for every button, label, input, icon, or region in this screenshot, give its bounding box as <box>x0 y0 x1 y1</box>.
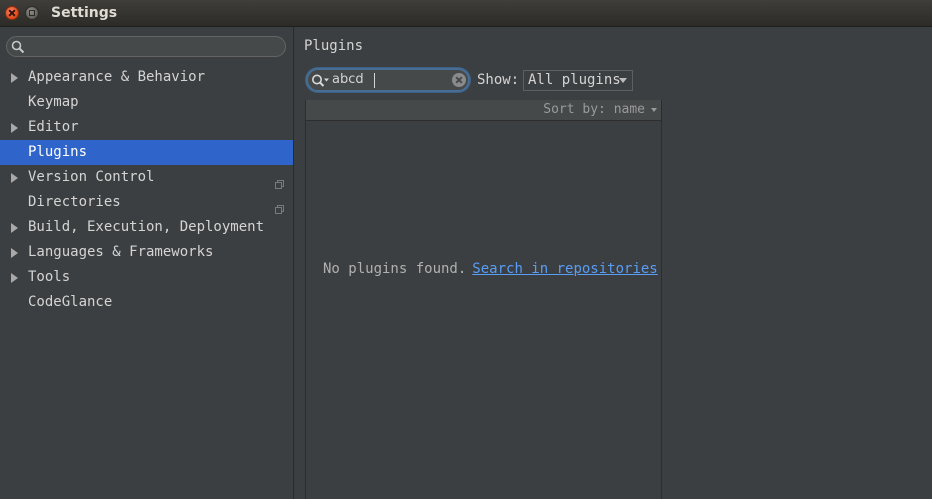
show-label: Show: <box>477 72 520 88</box>
sidebar-item-editor[interactable]: Editor <box>0 115 293 140</box>
chevron-down-icon <box>619 78 627 83</box>
expand-arrow-icon[interactable] <box>11 173 18 183</box>
close-icon[interactable] <box>5 6 19 20</box>
expand-arrow-icon[interactable] <box>11 248 18 258</box>
sidebar-item-appearance-behavior[interactable]: Appearance & Behavior <box>0 65 293 90</box>
sidebar-item-version-control[interactable]: Version Control <box>0 165 293 190</box>
sidebar-item-label: Appearance & Behavior <box>28 69 206 85</box>
show-filter-value: All plugins <box>528 72 621 88</box>
plugin-list-header: Sort by: name <box>306 100 661 121</box>
search-icon <box>11 39 25 58</box>
project-level-icon <box>275 173 284 189</box>
sidebar-item-label: Directories <box>28 194 121 210</box>
sidebar-item-label: CodeGlance <box>28 294 113 310</box>
chevron-down-icon <box>651 108 657 112</box>
settings-sidebar: Appearance & Behavior Keymap Editor Plugins… <box>0 27 294 499</box>
project-level-icon <box>275 198 284 214</box>
sidebar-item-label: Languages & Frameworks <box>28 244 214 260</box>
sidebar-item-label: Editor <box>28 119 79 135</box>
sidebar-item-label: Version Control <box>28 169 155 185</box>
window-title: Settings <box>51 5 118 21</box>
sidebar-item-codeglance[interactable]: CodeGlance <box>0 290 293 315</box>
plugin-details-pane <box>663 100 932 499</box>
sidebar-item-label: Keymap <box>28 94 79 110</box>
expand-arrow-icon[interactable] <box>11 273 18 283</box>
sidebar-item-languages-frameworks[interactable]: Languages & Frameworks <box>0 240 293 265</box>
sort-by-button[interactable]: Sort by: name <box>543 102 645 117</box>
sidebar-item-label: Tools <box>28 269 71 285</box>
empty-state-text: No plugins found. <box>323 261 467 277</box>
expand-arrow-icon[interactable] <box>11 123 18 133</box>
plugin-search-input[interactable]: abcd <box>306 68 470 92</box>
sidebar-item-build-execution-deployment[interactable]: Build, Execution, Deployment <box>0 215 293 240</box>
sidebar-item-label: Build, Execution, Deployment <box>28 219 265 235</box>
plugin-search-value: abcd <box>332 72 364 87</box>
plugin-list: Sort by: name No plugins found. Search in… <box>305 100 662 499</box>
sidebar-search-input[interactable] <box>6 36 286 57</box>
empty-state: No plugins found. Search in repositories <box>323 261 658 277</box>
expand-arrow-icon[interactable] <box>11 223 18 233</box>
show-filter-select[interactable]: All plugins <box>523 70 633 91</box>
sidebar-item-tools[interactable]: Tools <box>0 265 293 290</box>
search-icon[interactable] <box>311 73 331 93</box>
expand-arrow-icon[interactable] <box>11 73 18 83</box>
sidebar-item-keymap[interactable]: Keymap <box>0 90 293 115</box>
clear-icon[interactable] <box>452 73 466 87</box>
search-in-repositories-link[interactable]: Search in repositories <box>472 261 657 277</box>
title-bar: Settings <box>0 0 932 27</box>
text-caret <box>374 73 375 88</box>
maximize-icon[interactable] <box>25 6 39 20</box>
plugins-panel: Plugins abcd Show: All plugins Sort by: … <box>295 27 932 499</box>
sidebar-item-plugins[interactable]: Plugins <box>0 140 293 165</box>
sidebar-item-label: Plugins <box>28 144 88 160</box>
page-title: Plugins <box>304 38 364 54</box>
sidebar-item-directories[interactable]: Directories <box>0 190 293 215</box>
